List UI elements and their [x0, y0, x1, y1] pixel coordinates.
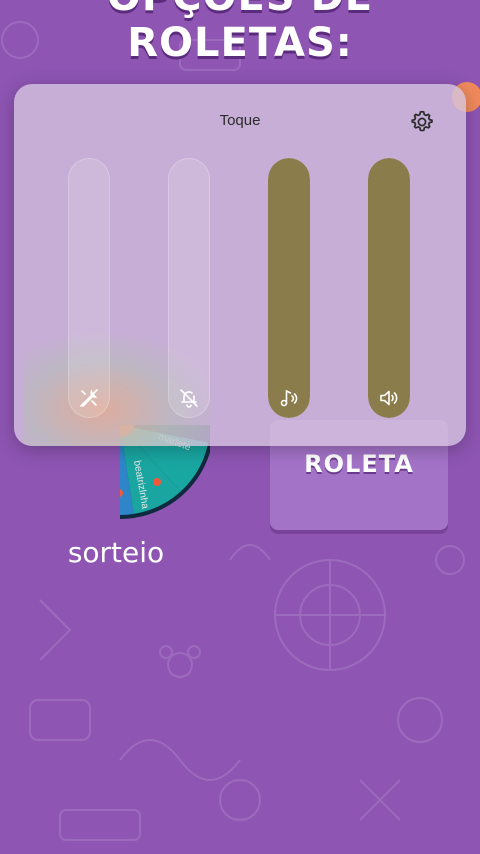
- volume-panel: Toque: [14, 84, 466, 446]
- music-note-icon: [280, 389, 298, 407]
- page-title: OPÇÕES DE ROLETAS:: [107, 0, 372, 66]
- gear-icon[interactable]: [409, 109, 435, 135]
- slider-fill: [368, 158, 410, 418]
- speaker-icon: [380, 390, 398, 406]
- wheel-card-label[interactable]: sorteio: [30, 536, 202, 569]
- slider-ring-volume[interactable]: [168, 158, 210, 418]
- wrench-icon: [80, 389, 98, 407]
- panel-title: Toque: [219, 112, 261, 129]
- bell-off-icon: [180, 389, 198, 408]
- slider-system-volume[interactable]: [368, 158, 410, 418]
- roleta-card-label: ROLETA: [304, 450, 414, 478]
- slider-call-volume[interactable]: [68, 158, 110, 418]
- slider-media-volume[interactable]: [268, 158, 310, 418]
- wheel-segment-label: maria: [89, 459, 110, 487]
- slider-fill: [268, 158, 310, 418]
